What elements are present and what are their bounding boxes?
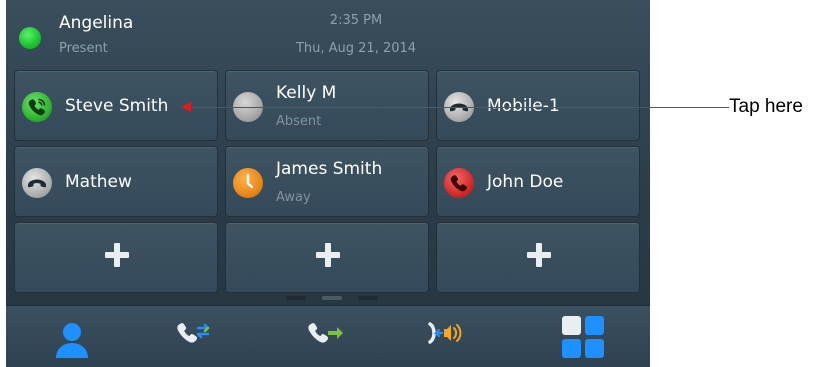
apps-grid-icon[interactable] [560,314,608,360]
tile-label: James Smith [276,159,383,179]
presence-label: Present [59,41,108,56]
annotation-arrow-head [181,102,191,112]
hangup-phone-icon [22,168,52,198]
add-speed-dial-button[interactable] [14,222,218,293]
busy-phone-icon [444,168,474,198]
tile-status: Away [276,190,311,205]
page-dot[interactable] [286,296,306,300]
speed-dial-tile-john-doe[interactable]: John Doe [436,146,640,217]
speed-dial-tile-mobile-1[interactable]: Mobile-1 [436,70,640,141]
active-call-icon [22,92,52,122]
contacts-icon[interactable] [48,314,96,360]
tile-label: Kelly M [276,83,337,103]
presence-status-icon[interactable] [19,27,41,49]
transfer-call-icon[interactable] [172,314,220,360]
annotation-label: Tap here [729,96,803,117]
speed-dial-tile-mathew[interactable]: Mathew [14,146,218,217]
away-clock-icon [233,168,263,198]
phone-screen: Angelina Present 2:35 PM Thu, Aug 21, 20… [6,0,650,367]
tile-label: John Doe [487,172,564,192]
tile-label: Mathew [65,172,132,192]
add-speed-dial-button[interactable] [436,222,640,293]
page-indicator [284,296,384,302]
date: Thu, Aug 21, 2014 [295,41,417,56]
bottom-navigation [6,305,650,367]
page-dot[interactable] [358,296,378,300]
tile-status: Absent [276,114,322,129]
plus-icon [313,240,343,270]
annotation-arrow-line [187,107,729,108]
plus-icon [102,240,132,270]
speed-dial-tile-kelly-m[interactable]: Kelly M Absent [225,70,429,141]
speed-dial-tile-james-smith[interactable]: James Smith Away [225,146,429,217]
forward-call-icon[interactable] [303,314,351,360]
tile-label: Steve Smith [65,96,169,116]
tile-label: Mobile-1 [487,96,560,116]
user-name: Angelina [59,13,134,33]
intercom-icon[interactable] [420,314,468,360]
add-speed-dial-button[interactable] [225,222,429,293]
page-dot-active[interactable] [322,296,342,300]
status-bar: Angelina Present 2:35 PM Thu, Aug 21, 20… [6,0,650,64]
clock: 2:35 PM [329,13,383,28]
plus-icon [524,240,554,270]
